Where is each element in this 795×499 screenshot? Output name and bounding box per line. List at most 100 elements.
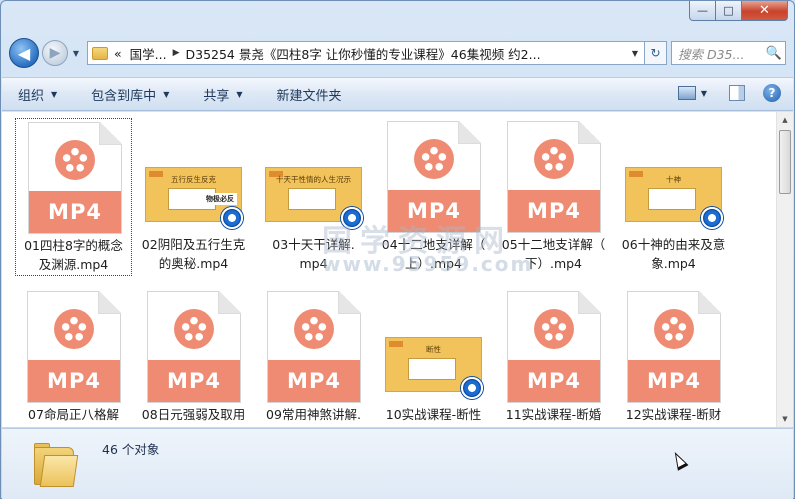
file-name: 08日元强弱及取用 [135,405,252,424]
address-dropdown[interactable]: ▼ [626,49,644,58]
file-name: 12实战课程-断财 [615,405,732,424]
search-icon[interactable]: 🔍 [763,46,785,61]
search-input[interactable]: 搜索 D35... 🔍 [671,41,786,65]
file-name: 11实战课程-断婚 [495,405,612,424]
breadcrumb-segment[interactable]: 国学... [130,44,167,63]
video-file-icon: MP4 [147,291,241,403]
preview-pane-icon[interactable] [729,85,745,101]
file-item[interactable]: MP4 09常用神煞讲解. [255,288,372,427]
folder-icon [92,46,108,60]
explorer-window: — □ ✕ ◀ ▶ ▼ « 国学... ▶ D35254 景尧《四柱8字 让你秒… [0,0,795,499]
file-name-line: mp4 [299,256,328,271]
scroll-up-icon[interactable]: ▲ [777,112,793,128]
include-library-label: 包含到库中 [91,88,157,104]
video-thumbnail: 十天干性情的人生况示 [265,167,363,229]
recent-pages-dropdown[interactable]: ▼ [69,49,83,58]
breadcrumb-overflow[interactable]: « [114,46,122,61]
file-name: 09常用神煞讲解. [255,405,372,424]
video-file-icon: MP4 [28,122,122,234]
file-type-label: MP4 [28,360,120,402]
command-bar: 组织 ▼ 包含到库中 ▼ 共享 ▼ 新建文件夹 ▼ ? [2,77,793,111]
new-folder-button[interactable]: 新建文件夹 [277,85,342,104]
file-name: 03十天干详解. mp4 [255,235,372,273]
include-in-library-menu[interactable]: 包含到库中 ▼ [91,85,169,104]
back-button[interactable]: ◀ [9,38,39,68]
chevron-down-icon: ▼ [51,89,58,99]
refresh-icon[interactable]: ↻ [645,41,667,65]
file-type-label: MP4 [508,190,600,232]
item-count: 46 个对象 [102,442,160,457]
share-menu[interactable]: 共享 ▼ [203,85,242,104]
vertical-scrollbar[interactable]: ▲ ▼ [776,112,793,427]
file-name-line: 08日元强弱及取用 [141,407,246,422]
file-name-line: 07命局正八格解 [28,407,119,422]
organize-menu[interactable]: 组织 ▼ [18,85,57,104]
file-type-label: MP4 [628,360,720,402]
forward-button[interactable]: ▶ [42,40,68,66]
video-file-icon: MP4 [267,291,361,403]
file-name-line: 下）.mp4 [524,256,583,271]
change-view-icon[interactable] [677,86,696,100]
file-name-line: 的奥秘.mp4 [158,256,229,271]
file-item[interactable]: MP4 05十二地支详解（ 下）.mp4 [495,118,612,276]
file-name-line: 09常用神煞讲解. [266,407,361,422]
address-row: ◀ ▶ ▼ « 国学... ▶ D35254 景尧《四柱8字 让你秒懂的专业课程… [9,37,786,69]
breadcrumb-current[interactable]: D35254 景尧《四柱8字 让你秒懂的专业课程》46集视频 约2... [186,44,627,63]
file-item[interactable]: MP4 01四柱8字的概念 及渊源.mp4 [15,118,132,276]
thumbnail-title: 十天干性情的人生况示 [276,175,351,184]
file-type-label: MP4 [148,360,240,402]
thumbnail-tag: 物极必反 [203,193,237,205]
scrollbar-thumb[interactable] [779,130,791,194]
view-controls: ▼ ? [677,84,781,102]
file-name-line: 04十二地支详解（ [381,237,486,252]
minimize-button[interactable]: — [689,1,716,21]
video-thumbnail: 五行反生反克物极必反 [145,167,243,229]
file-item[interactable]: 十天干性情的人生况示 03十天干详解. mp4 [255,118,372,276]
file-item[interactable]: MP4 04十二地支详解（ 上）.mp4 [375,118,492,276]
film-reel-icon [654,309,694,349]
file-type-label: MP4 [508,360,600,402]
caption-buttons: — □ ✕ [689,1,788,21]
file-item[interactable]: MP4 12实战课程-断财 [615,288,732,427]
scroll-down-icon[interactable]: ▼ [777,411,793,427]
file-item[interactable]: MP4 08日元强弱及取用 [135,288,252,427]
file-list[interactable]: MP4 01四柱8字的概念 及渊源.mp4 五行反生反克 物极必反 02阴阳及五行生克 的奥… [2,112,793,427]
file-item[interactable]: MP4 11实战课程-断婚 [495,288,612,427]
folder-icon [34,441,80,487]
view-options-dropdown[interactable]: ▼ [701,89,707,98]
file-name: 06十神的由来及意 象.mp4 [615,235,732,273]
file-item[interactable]: 五行反生反克 物极必反 02阴阳及五行生克 的奥秘.mp4 [135,118,252,276]
file-name-line: 上）.mp4 [404,256,463,271]
video-file-icon: MP4 [627,291,721,403]
film-reel-icon [414,139,454,179]
file-type-label: MP4 [268,360,360,402]
file-item[interactable]: MP4 07命局正八格解 [15,288,132,427]
thumbnail-title: 断性 [426,345,441,354]
share-label: 共享 [203,88,230,104]
file-type-label: MP4 [388,190,480,232]
address-bar[interactable]: « 国学... ▶ D35254 景尧《四柱8字 让你秒懂的专业课程》46集视频… [87,41,645,65]
close-button[interactable]: ✕ [742,1,788,21]
breadcrumb-separator-icon[interactable]: ▶ [173,48,180,58]
film-reel-icon [174,309,214,349]
film-reel-icon [54,309,94,349]
file-name: 07命局正八格解 [15,405,132,424]
file-type-label: MP4 [29,191,121,233]
file-name-line: 06十神的由来及意 [621,237,726,252]
film-reel-icon [55,140,95,180]
film-reel-icon [534,139,574,179]
file-item[interactable]: 断性 10实战课程-断性 [375,288,492,427]
thumbnail-title: 五行反生反克 [171,175,216,184]
chevron-down-icon: ▼ [163,89,170,99]
file-name-line: 11实战课程-断婚 [505,407,602,422]
film-reel-icon [294,309,334,349]
search-placeholder: 搜索 D35... [678,46,745,62]
file-name-line: 象.mp4 [651,256,696,271]
organize-label: 组织 [18,88,45,104]
file-item[interactable]: 十神 06十神的由来及意 象.mp4 [615,118,732,276]
media-player-icon [461,377,483,399]
file-name: 04十二地支详解（ 上）.mp4 [375,235,492,273]
maximize-button[interactable]: □ [716,1,742,21]
file-name-line: 01四柱8字的概念 [24,238,123,253]
help-icon[interactable]: ? [763,84,781,102]
